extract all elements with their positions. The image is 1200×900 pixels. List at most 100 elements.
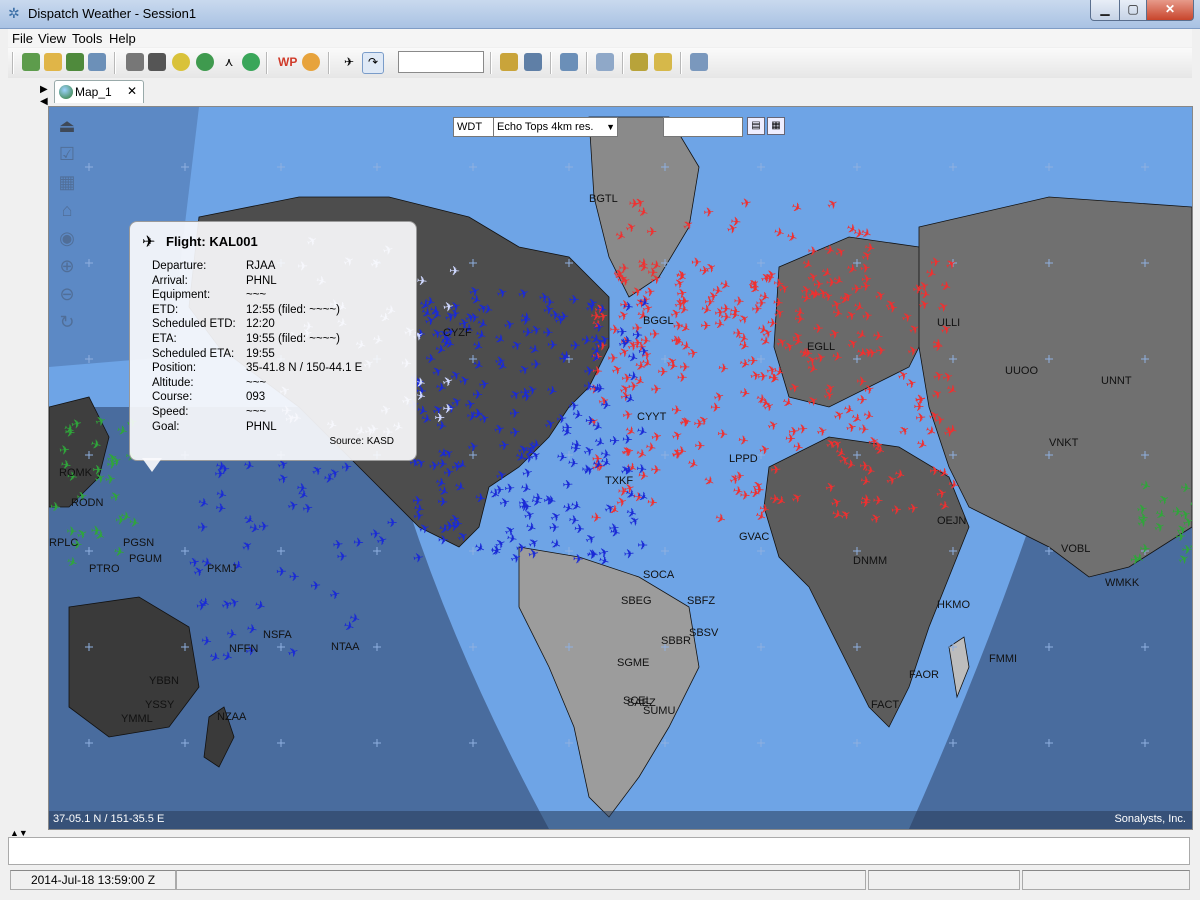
compass-icon[interactable] bbox=[172, 53, 190, 71]
flight-marker-atlantic[interactable]: ✈ bbox=[650, 462, 662, 478]
airport-label[interactable]: PGSN bbox=[123, 537, 154, 549]
flight-marker-atlantic[interactable]: ✈ bbox=[797, 421, 809, 437]
airport-label[interactable]: NSFA bbox=[263, 629, 292, 641]
airport-label[interactable]: SBFZ bbox=[687, 595, 715, 607]
airport-label[interactable]: YBBN bbox=[149, 675, 179, 687]
flight-marker-atlantic[interactable]: ✈ bbox=[650, 428, 664, 445]
flight-marker-americas[interactable]: ✈ bbox=[509, 424, 522, 440]
flight-marker-americas[interactable]: ✈ bbox=[622, 432, 634, 448]
flight-marker-atlantic[interactable]: ✈ bbox=[789, 199, 805, 217]
save-icon[interactable] bbox=[66, 53, 84, 71]
table-icon[interactable]: ▦ bbox=[767, 117, 785, 135]
flight-marker-atlantic[interactable]: ✈ bbox=[730, 214, 743, 230]
flight-marker-pacific[interactable]: ✈ bbox=[369, 526, 382, 542]
flight-marker-americas[interactable]: ✈ bbox=[582, 378, 595, 394]
flight-marker-americas[interactable]: ✈ bbox=[437, 494, 449, 510]
flight-marker-transpacific[interactable]: ✈ bbox=[449, 263, 461, 279]
airport-label[interactable]: EGLL bbox=[807, 341, 835, 353]
flight-marker-pacific[interactable]: ✈ bbox=[341, 459, 354, 475]
flight-marker-americas[interactable]: ✈ bbox=[558, 309, 570, 324]
flight-marker-atlantic[interactable]: ✈ bbox=[737, 432, 750, 449]
flight-marker-asia[interactable]: ✈ bbox=[92, 462, 103, 477]
airport-label[interactable]: SOCA bbox=[643, 569, 674, 581]
airport-label[interactable]: BGGL bbox=[643, 315, 674, 327]
flight-marker-atlantic[interactable]: ✈ bbox=[677, 301, 691, 318]
airplane-icon[interactable]: ✈ bbox=[340, 53, 358, 71]
minimize-button[interactable]: ▁ bbox=[1090, 0, 1120, 21]
flight-marker-americas[interactable]: ✈ bbox=[566, 455, 579, 472]
airport-label[interactable]: NTAA bbox=[331, 641, 360, 653]
flight-marker-asia[interactable]: ✈ bbox=[58, 442, 71, 458]
flight-marker-americas[interactable]: ✈ bbox=[468, 310, 481, 326]
flight-marker-americas[interactable]: ✈ bbox=[570, 338, 582, 353]
flight-marker-transpacific[interactable]: ✈ bbox=[442, 401, 454, 417]
airport-label[interactable]: FAOR bbox=[909, 669, 939, 681]
flight-marker-americas[interactable]: ✈ bbox=[572, 551, 584, 567]
flight-marker-atlantic[interactable]: ✈ bbox=[807, 244, 819, 259]
flight-marker-asia[interactable]: ✈ bbox=[1182, 542, 1192, 557]
airport-label[interactable]: ROMK bbox=[59, 467, 92, 479]
document-icon[interactable] bbox=[596, 53, 614, 71]
airport-label[interactable]: PTRO bbox=[89, 563, 120, 575]
flight-marker-americas[interactable]: ✈ bbox=[509, 405, 522, 421]
flight-marker-atlantic[interactable]: ✈ bbox=[861, 407, 876, 424]
flight-marker-americas[interactable]: ✈ bbox=[569, 292, 580, 307]
open-folder-icon[interactable] bbox=[44, 53, 62, 71]
airport-label[interactable]: DNMM bbox=[853, 555, 887, 567]
weather-layer-select[interactable]: Echo Tops 4km res. ▼ bbox=[493, 117, 618, 137]
airport-label[interactable]: YSSY bbox=[145, 699, 174, 711]
new-session-icon[interactable] bbox=[22, 53, 40, 71]
rotate-icon[interactable]: ↻ bbox=[55, 311, 79, 333]
airport-label[interactable]: YMML bbox=[121, 713, 153, 725]
flight-marker-americas[interactable]: ✈ bbox=[632, 327, 644, 343]
flight-marker-americas[interactable]: ✈ bbox=[530, 493, 544, 510]
home-icon[interactable]: ⌂ bbox=[55, 199, 79, 221]
flight-marker-pacific[interactable]: ✈ bbox=[197, 520, 209, 535]
flight-marker-atlantic[interactable]: ✈ bbox=[679, 360, 690, 375]
flight-marker-asia[interactable]: ✈ bbox=[106, 456, 118, 472]
airport-label[interactable]: NZAA bbox=[217, 711, 246, 723]
airport-label[interactable]: SBEG bbox=[621, 595, 652, 607]
flight-marker-atlantic[interactable]: ✈ bbox=[772, 224, 787, 241]
flight-marker-atlantic[interactable]: ✈ bbox=[896, 421, 913, 439]
airport-label[interactable]: BGTL bbox=[589, 193, 618, 205]
flight-marker-atlantic[interactable]: ✈ bbox=[824, 195, 841, 213]
airport-label[interactable]: UNNT bbox=[1101, 375, 1132, 387]
flight-marker-pacific[interactable]: ✈ bbox=[353, 535, 365, 551]
eject-icon[interactable]: ⏏ bbox=[55, 115, 79, 137]
flight-marker-pacific[interactable]: ✈ bbox=[289, 569, 300, 584]
flight-marker-atlantic[interactable]: ✈ bbox=[770, 462, 782, 478]
airport-label[interactable]: NFFN bbox=[229, 643, 258, 655]
globe-icon[interactable] bbox=[196, 53, 214, 71]
refresh-icon[interactable] bbox=[242, 53, 260, 71]
flight-marker-transpacific[interactable]: ✈ bbox=[416, 273, 429, 289]
maximize-button[interactable]: ▢ bbox=[1119, 0, 1147, 21]
flight-marker-atlantic[interactable]: ✈ bbox=[647, 265, 659, 280]
menu-view[interactable]: View bbox=[38, 31, 66, 46]
flight-marker-atlantic[interactable]: ✈ bbox=[751, 301, 763, 316]
flight-marker-atlantic[interactable]: ✈ bbox=[872, 493, 884, 509]
flight-marker-atlantic[interactable]: ✈ bbox=[703, 204, 715, 220]
flight-marker-americas[interactable]: ✈ bbox=[530, 357, 541, 372]
airport-label[interactable]: SBSV bbox=[689, 627, 718, 639]
flight-marker-pacific[interactable]: ✈ bbox=[276, 564, 288, 579]
report-icon[interactable] bbox=[654, 53, 672, 71]
airport-label[interactable]: GVAC bbox=[739, 531, 769, 543]
flight-marker-pacific[interactable]: ✈ bbox=[215, 500, 228, 516]
flight-marker-americas[interactable]: ✈ bbox=[558, 350, 570, 366]
flight-marker-atlantic[interactable]: ✈ bbox=[716, 426, 728, 442]
flight-marker-atlantic[interactable]: ✈ bbox=[874, 342, 887, 358]
airport-label[interactable]: PGUM bbox=[129, 553, 162, 565]
flight-marker-americas[interactable]: ✈ bbox=[438, 532, 449, 547]
map-view[interactable]: ✈ ✈ ✈ ✈ ✈ ✈ ✈ ✈ ✈ ✈ ✈ ✈ ✈ ✈ ✈ ✈ ✈ ✈ ✈ ✈ ✈ ✈ ✈ ✈ ✈ ✈ ✈ ✈ ✈ ✈ ✈ ✈ ✈ ✈ ✈ ✈ ✈ ✈ ✈ ✈… bbox=[48, 106, 1193, 830]
flight-marker-atlantic[interactable]: ✈ bbox=[621, 407, 634, 424]
waypoint-icon[interactable]: WP bbox=[278, 53, 297, 71]
zoom-out-icon[interactable]: ⊖ bbox=[55, 283, 79, 305]
flight-marker-americas[interactable]: ✈ bbox=[547, 535, 564, 553]
flight-marker-asia[interactable]: ✈ bbox=[1179, 480, 1192, 497]
flight-marker-atlantic[interactable]: ✈ bbox=[694, 438, 706, 453]
flight-marker-atlantic[interactable]: ✈ bbox=[890, 502, 903, 518]
flight-marker-atlantic[interactable]: ✈ bbox=[700, 318, 711, 333]
flight-marker-atlantic[interactable]: ✈ bbox=[785, 431, 797, 447]
tab-close-icon[interactable]: ✕ bbox=[127, 84, 137, 98]
